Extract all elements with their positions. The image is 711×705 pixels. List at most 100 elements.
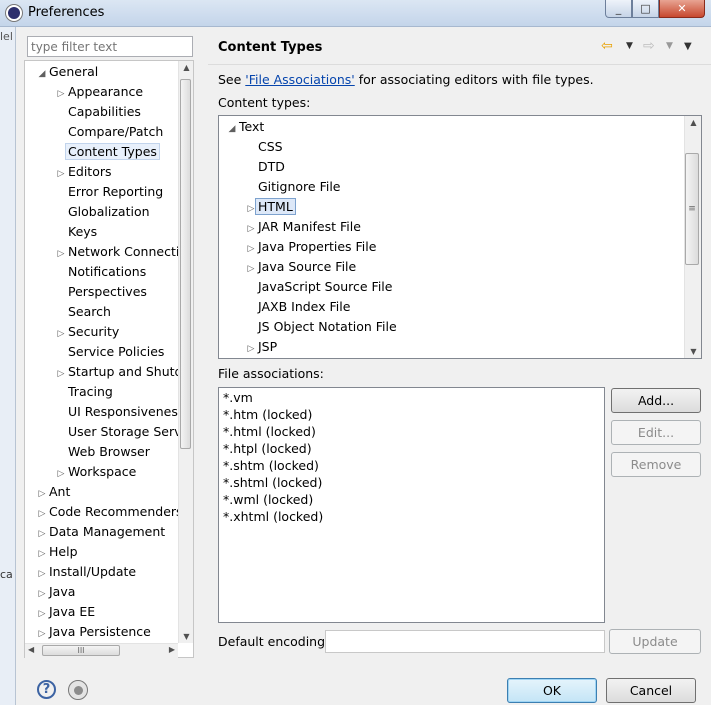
collapsed-arrow-icon[interactable]: ▷ <box>54 364 68 384</box>
tree-hscroll-thumb[interactable]: III <box>42 645 120 656</box>
view-menu-icon[interactable]: ▼ <box>684 41 692 52</box>
content-type-item[interactable]: Gitignore File <box>244 177 340 197</box>
cancel-button[interactable]: Cancel <box>606 678 696 703</box>
content-type-item[interactable]: JAXB Index File <box>244 297 350 317</box>
file-association-item[interactable]: *.wml (locked) <box>223 491 313 508</box>
content-type-item[interactable]: CSS <box>244 137 283 157</box>
filter-input[interactable] <box>27 36 193 57</box>
tree-item[interactable]: ▷ Workspace <box>54 462 137 484</box>
scroll-right-arrow-icon[interactable]: ▶ <box>169 645 175 654</box>
file-associations-list[interactable]: *.vm *.htm (locked) *.html (locked) *.htpl … <box>218 387 605 623</box>
expanded-arrow-icon[interactable]: ◢ <box>225 119 239 139</box>
collapsed-arrow-icon[interactable]: ▷ <box>35 564 49 584</box>
tree-item[interactable]: User Storage Serv <box>54 422 182 442</box>
collapsed-arrow-icon[interactable]: ▷ <box>54 324 68 344</box>
tree-item[interactable]: ▷ Data Management <box>35 522 166 544</box>
tree-item[interactable]: ▷ Java EE <box>35 602 96 624</box>
collapsed-arrow-icon[interactable]: ▷ <box>244 219 258 239</box>
tree-item[interactable]: ▷ Help <box>35 542 78 562</box>
preference-tree[interactable]: ◢ General ▷ Appearance Capabilities Compare/P… <box>24 60 194 658</box>
tree-item[interactable]: ▷ Install/Update <box>35 562 137 584</box>
content-type-item[interactable]: ▷ Java Properties File <box>244 237 377 259</box>
tree-item[interactable]: Web Browser <box>54 442 150 462</box>
collapsed-arrow-icon[interactable]: ▷ <box>35 504 49 524</box>
collapsed-arrow-icon[interactable]: ▷ <box>244 239 258 259</box>
expanded-arrow-icon[interactable]: ◢ <box>35 64 49 84</box>
default-encoding-input[interactable] <box>325 630 605 653</box>
record-macro-icon[interactable] <box>68 680 88 700</box>
scroll-down-arrow-icon[interactable]: ▼ <box>685 347 702 356</box>
tree-item[interactable]: UI Responsiveness <box>54 402 184 422</box>
back-arrow-icon[interactable]: ⇦ <box>601 38 613 54</box>
collapsed-arrow-icon[interactable]: ▷ <box>35 524 49 544</box>
tree-item[interactable]: Perspectives <box>54 282 147 302</box>
content-type-item[interactable]: ▷ JAR Manifest File <box>244 217 361 237</box>
tree-item[interactable]: Service Policies <box>54 342 164 362</box>
file-associations-link[interactable]: 'File Associations' <box>245 72 354 87</box>
tree-item[interactable]: ▷ Startup and Shutd <box>54 362 183 384</box>
close-button[interactable]: ✕ <box>659 0 705 18</box>
tree-item[interactable]: ▷ Ant <box>35 482 71 504</box>
scroll-left-arrow-icon[interactable]: ◀ <box>28 645 34 654</box>
file-association-item[interactable]: *.htpl (locked) <box>223 440 312 457</box>
content-type-item[interactable]: DTD <box>244 157 285 177</box>
back-menu-icon[interactable]: ▼ <box>626 41 633 51</box>
scroll-down-arrow-icon[interactable]: ▼ <box>179 632 194 641</box>
tree-item[interactable]: Content Types <box>54 142 160 162</box>
content-types-tree[interactable]: ◢ Text CSS DTD Gitignore File ▷ HTML ▷ JAR Manif… <box>218 115 702 359</box>
forward-arrow-icon[interactable]: ⇨ <box>643 38 655 54</box>
tree-item[interactable]: Capabilities <box>54 102 141 122</box>
collapsed-arrow-icon[interactable]: ▷ <box>35 484 49 504</box>
tree-scroll-thumb[interactable] <box>180 79 191 449</box>
tree-item[interactable]: ▷ Network Connectio <box>54 242 187 262</box>
forward-menu-icon[interactable]: ▼ <box>666 41 673 51</box>
content-type-item[interactable]: ▷ JSP <box>244 337 278 358</box>
tree-item[interactable]: Globalization <box>54 202 150 222</box>
collapsed-arrow-icon[interactable]: ▷ <box>35 584 49 604</box>
file-association-item[interactable]: *.xhtml (locked) <box>223 508 323 525</box>
file-association-item[interactable]: *.shtm (locked) <box>223 457 319 474</box>
remove-button[interactable]: Remove <box>611 452 701 477</box>
file-association-item[interactable]: *.vm <box>223 389 253 406</box>
add-button[interactable]: Add... <box>611 388 701 413</box>
help-icon[interactable]: ? <box>37 680 56 699</box>
tree-item[interactable]: ▷ Editors <box>54 162 112 182</box>
tree-item[interactable]: Compare/Patch <box>54 122 163 142</box>
file-association-item[interactable]: *.shtml (locked) <box>223 474 322 491</box>
edit-button[interactable]: Edit... <box>611 420 701 445</box>
file-association-item[interactable]: *.html (locked) <box>223 423 316 440</box>
ok-button[interactable]: OK <box>507 678 597 703</box>
file-association-item[interactable]: *.htm (locked) <box>223 406 312 423</box>
tree-item[interactable]: ▷ Appearance <box>54 82 144 104</box>
content-type-item[interactable]: JavaScript Source File <box>244 277 392 297</box>
collapsed-arrow-icon[interactable]: ▷ <box>54 244 68 264</box>
tree-item[interactable]: ▷ Java Persistence <box>35 622 151 642</box>
tree-item[interactable]: ▷ Security <box>54 322 120 344</box>
collapsed-arrow-icon[interactable]: ▷ <box>244 259 258 279</box>
collapsed-arrow-icon[interactable]: ▷ <box>35 544 49 564</box>
collapsed-arrow-icon[interactable]: ▷ <box>54 464 68 484</box>
collapsed-arrow-icon[interactable]: ▷ <box>54 84 68 104</box>
tree-item[interactable]: Keys <box>54 222 97 242</box>
content-type-item[interactable]: ▷ HTML <box>244 197 296 217</box>
tree-item[interactable]: ◢ General <box>35 62 99 84</box>
content-types-scroll-thumb[interactable]: ≡ <box>685 153 699 265</box>
collapsed-arrow-icon[interactable]: ▷ <box>244 339 258 358</box>
content-type-item[interactable]: JS Object Notation File <box>244 317 397 337</box>
scroll-up-arrow-icon[interactable]: ▲ <box>179 63 194 72</box>
update-button[interactable]: Update <box>609 629 701 654</box>
collapsed-arrow-icon[interactable]: ▷ <box>35 624 49 644</box>
tree-item[interactable]: Tracing <box>54 382 113 402</box>
tree-item[interactable]: Error Reporting <box>54 182 163 202</box>
minimize-button[interactable]: _ <box>605 0 632 18</box>
tree-item[interactable]: Notifications <box>54 262 146 282</box>
collapsed-arrow-icon[interactable]: ▷ <box>54 164 68 184</box>
tree-item[interactable]: ▷ Java <box>35 582 76 604</box>
collapsed-arrow-icon[interactable]: ▷ <box>35 604 49 624</box>
content-type-item[interactable]: ▷ Java Source File <box>244 257 357 279</box>
content-type-item[interactable]: ◢ Text <box>225 117 265 139</box>
tree-item[interactable]: Search <box>54 302 111 322</box>
scroll-up-arrow-icon[interactable]: ▲ <box>685 118 702 127</box>
tree-item[interactable]: ▷ Code Recommenders <box>35 502 183 522</box>
maximize-button[interactable]: □ <box>632 0 659 18</box>
